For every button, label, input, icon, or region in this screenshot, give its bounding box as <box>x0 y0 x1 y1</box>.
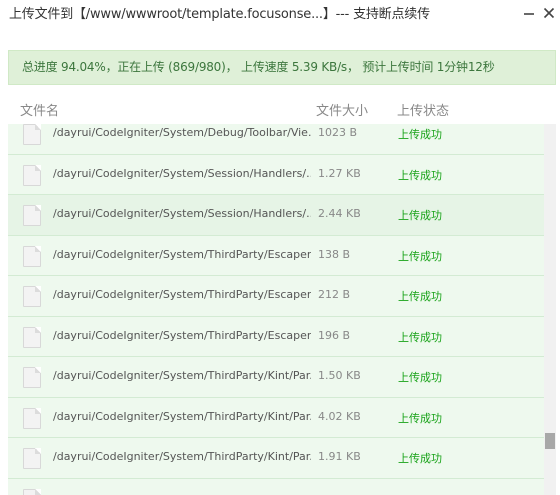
file-size: 1.27 KB <box>318 166 361 180</box>
vertical-scrollbar[interactable] <box>544 124 556 495</box>
table-row[interactable]: /dayrui/CodeIgniter/System/ThirdParty/Ki… <box>8 438 544 479</box>
column-header-status: 上传状态 <box>397 104 450 119</box>
dialog-titlebar: 上传文件到【/www/wwwroot/template.focusonse...… <box>0 0 560 40</box>
table-row[interactable]: /dayrui/CodeIgniter/System/ThirdParty/Ki… <box>8 397 544 438</box>
table-row[interactable]: /dayrui/CodeIgniter/System/Session/Handl… <box>8 195 544 236</box>
file-size: 4.02 KB <box>318 409 361 423</box>
table-row[interactable] <box>8 478 544 495</box>
close-button[interactable] <box>541 5 557 21</box>
upload-status: 上传成功 <box>398 330 442 344</box>
dialog-title: 上传文件到【/www/wwwroot/template.focusonse...… <box>9 7 430 22</box>
close-icon <box>543 7 555 19</box>
file-name: /dayrui/CodeIgniter/System/Session/Handl… <box>53 207 311 220</box>
file-size: 1.91 KB <box>318 450 361 463</box>
table-row[interactable]: /dayrui/CodeIgniter/System/ThirdParty/Es… <box>8 235 544 276</box>
upload-status: 上传成功 <box>398 249 442 263</box>
file-icon <box>23 407 41 429</box>
upload-status: 上传成功 <box>398 290 442 303</box>
column-header-filesize: 文件大小 <box>316 104 369 119</box>
file-name: /dayrui/CodeIgniter/System/ThirdParty/Es… <box>53 328 311 342</box>
file-size: 196 B <box>318 328 351 342</box>
scrollbar-thumb[interactable] <box>545 433 555 449</box>
table-row[interactable]: /dayrui/CodeIgniter/System/ThirdParty/Ki… <box>8 357 544 398</box>
file-icon <box>23 326 41 348</box>
file-size: 212 B <box>318 288 351 301</box>
table-row[interactable]: /dayrui/CodeIgniter/System/Debug/Toolbar… <box>8 124 544 155</box>
upload-status: 上传成功 <box>398 168 442 182</box>
table-row[interactable]: /dayrui/CodeIgniter/System/ThirdParty/Es… <box>8 276 544 317</box>
file-size: 1.50 KB <box>318 369 361 382</box>
upload-progress-banner: 总进度 94.04%，正在上传 (869/980)， 上传速度 5.39 KB/… <box>8 50 556 85</box>
file-size: 1023 B <box>318 126 358 139</box>
file-name: /dayrui/CodeIgniter/System/ThirdParty/Ki… <box>53 409 311 423</box>
upload-status: 上传成功 <box>398 209 442 222</box>
column-header-filename: 文件名 <box>20 104 60 119</box>
file-icon <box>23 245 41 267</box>
upload-status: 上传成功 <box>398 411 442 425</box>
file-name: /dayrui/CodeIgniter/System/Session/Handl… <box>53 166 311 180</box>
file-icon <box>23 488 41 495</box>
file-rows: /dayrui/CodeIgniter/System/Debug/Toolbar… <box>8 124 544 495</box>
file-table-header: 文件名 文件大小 上传状态 <box>8 94 556 124</box>
file-name: /dayrui/CodeIgniter/System/ThirdParty/Es… <box>53 247 311 261</box>
file-name: /dayrui/CodeIgniter/System/ThirdParty/Ki… <box>53 369 311 382</box>
file-size: 2.44 KB <box>318 207 361 220</box>
upload-status: 上传成功 <box>398 452 442 465</box>
upload-status: 上传成功 <box>398 371 442 384</box>
table-row[interactable]: /dayrui/CodeIgniter/System/ThirdParty/Es… <box>8 316 544 357</box>
table-row[interactable]: /dayrui/CodeIgniter/System/Session/Handl… <box>8 154 544 195</box>
minimize-button[interactable] <box>521 5 537 21</box>
file-size: 138 B <box>318 247 351 261</box>
file-icon <box>23 124 41 145</box>
file-name: /dayrui/CodeIgniter/System/ThirdParty/Ki… <box>53 450 311 463</box>
file-icon <box>23 164 41 186</box>
file-list[interactable]: /dayrui/CodeIgniter/System/Debug/Toolbar… <box>8 124 556 495</box>
minimize-icon <box>524 13 534 15</box>
file-icon <box>23 448 41 469</box>
file-icon <box>23 367 41 388</box>
upload-status: 上传成功 <box>398 128 442 141</box>
file-icon <box>23 205 41 226</box>
file-name: /dayrui/CodeIgniter/System/Debug/Toolbar… <box>53 126 311 139</box>
file-name: /dayrui/CodeIgniter/System/ThirdParty/Es… <box>53 288 311 301</box>
file-icon <box>23 286 41 307</box>
